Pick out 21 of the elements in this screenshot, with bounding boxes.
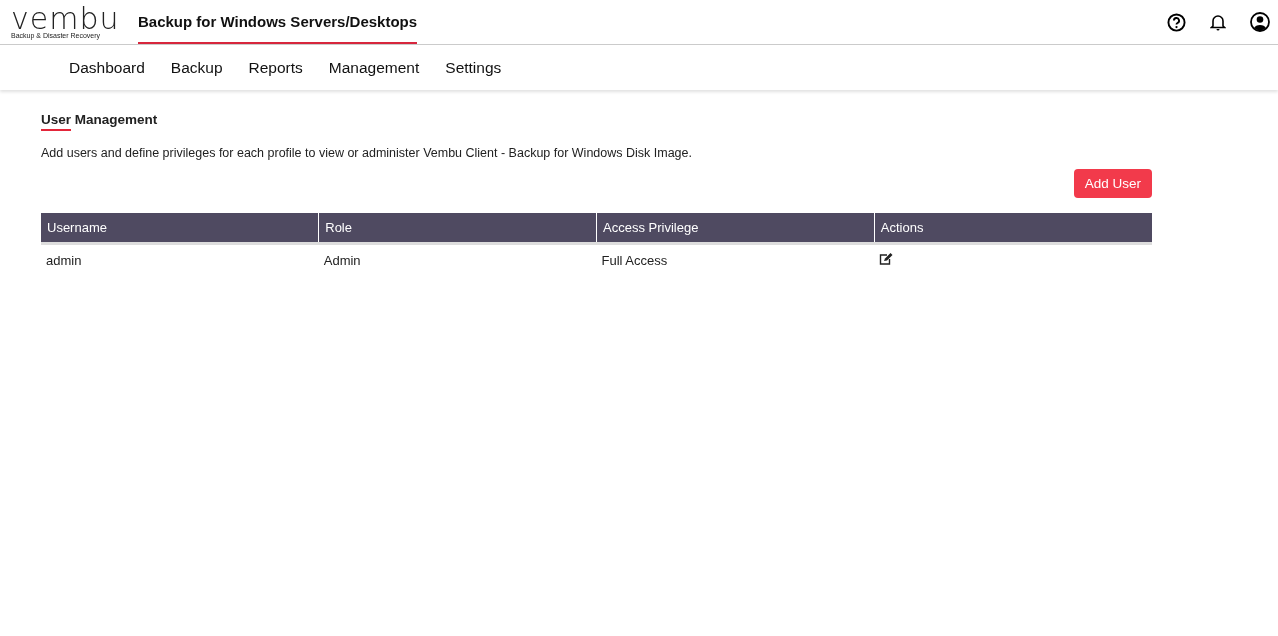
page-title: User Management xyxy=(41,112,158,127)
nav-link[interactable]: Dashboard xyxy=(69,58,145,77)
add-user-button[interactable]: Add User xyxy=(1073,169,1152,198)
table-cell: Full Access xyxy=(596,243,875,276)
product-tab[interactable]: Backup for Windows Servers/Desktops xyxy=(138,0,418,44)
bell-icon[interactable] xyxy=(1210,13,1226,31)
help-icon[interactable] xyxy=(1167,12,1186,32)
table-cell: Admin xyxy=(318,243,597,276)
logo-wordmark: vembu xyxy=(11,5,120,32)
nav-link[interactable]: Management xyxy=(328,58,420,77)
table-cell: admin xyxy=(41,243,319,276)
column-header: Actions xyxy=(874,213,1152,244)
user-avatar-icon[interactable] xyxy=(1250,12,1270,32)
nav-link[interactable]: Reports xyxy=(248,58,303,77)
nav-link[interactable]: Backup xyxy=(170,58,223,77)
column-header: Access Privilege xyxy=(596,213,875,244)
nav-link[interactable]: Settings xyxy=(445,58,502,77)
page-description: Add users and define privileges for each profile to view or administer Vembu Client - Backup for Windows Disk Image. xyxy=(41,146,693,160)
column-header: Role xyxy=(318,213,597,244)
edit-icon[interactable] xyxy=(879,253,894,265)
column-header: Username xyxy=(41,213,319,244)
